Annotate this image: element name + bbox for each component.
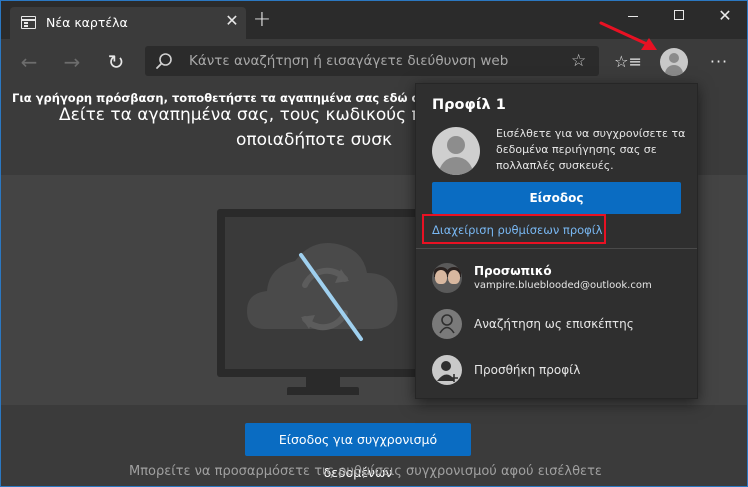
add-favorite-icon[interactable]: ☆ bbox=[571, 51, 586, 71]
monitor-stand bbox=[306, 377, 340, 387]
add-profile-item[interactable]: Προσθήκη προφίλ bbox=[432, 355, 692, 389]
browse-as-guest-item[interactable]: Αναζήτηση ως επισκέπτης bbox=[432, 309, 692, 343]
guest-icon bbox=[432, 309, 462, 339]
profile-avatar-icon bbox=[669, 53, 679, 63]
profile-flyout-title: Προφίλ 1 bbox=[432, 97, 506, 113]
tab-title: Νέα καρτέλα bbox=[46, 15, 128, 30]
profile-sign-in-button[interactable]: Είσοδος bbox=[432, 182, 681, 214]
minimize-icon bbox=[628, 16, 638, 17]
browser-window: Νέα καρτέλα ✕ + ✕ ← → ↻ Κάντε αναζήτηση … bbox=[0, 0, 748, 487]
search-icon bbox=[156, 53, 172, 69]
annotation-arrow-icon bbox=[599, 21, 657, 50]
maximize-icon bbox=[674, 10, 684, 20]
personal-profile-photo bbox=[432, 263, 462, 293]
hero-heading-line-1: Δείτε τα αγαπημένα σας, τους κωδικούς π bbox=[59, 105, 422, 125]
photo-face-left bbox=[435, 270, 447, 284]
address-bar[interactable]: Κάντε αναζήτηση ή εισαγάγετε διεύθυνση w… bbox=[145, 46, 599, 76]
tab-page-icon bbox=[21, 16, 36, 29]
tab-close-icon[interactable]: ✕ bbox=[223, 12, 241, 30]
address-input[interactable]: Κάντε αναζήτηση ή εισαγάγετε διεύθυνση w… bbox=[189, 53, 508, 69]
photo-face-right bbox=[448, 270, 460, 284]
profile-avatar-large bbox=[432, 127, 480, 175]
profile-avatar-large-head bbox=[447, 136, 465, 154]
profile-avatar-large-body bbox=[439, 157, 473, 175]
hero-heading-line-2: οποιαδήποτε συσκ bbox=[236, 130, 393, 150]
add-profile-icon bbox=[432, 355, 462, 385]
profile-sync-description: Εισέλθετε για να συγχρονίσετε τα δεδομέν… bbox=[496, 127, 686, 172]
profile-item-personal[interactable]: Προσωπικό vampire.blueblooded@outlook.co… bbox=[432, 263, 692, 297]
profile-avatar-body bbox=[665, 65, 683, 76]
forward-button[interactable]: → bbox=[58, 48, 86, 76]
profile-flyout: Προφίλ 1 Εισέλθετε για να συγχρονίσετε τ… bbox=[415, 83, 698, 399]
sync-off-icon bbox=[247, 243, 398, 341]
add-profile-label: Προσθήκη προφίλ bbox=[474, 363, 581, 377]
refresh-button[interactable]: ↻ bbox=[102, 48, 130, 76]
settings-more-button[interactable]: ··· bbox=[705, 48, 733, 76]
flyout-divider bbox=[416, 248, 697, 249]
tab-new-tab[interactable]: Νέα καρτέλα ✕ bbox=[10, 7, 246, 39]
close-window-button[interactable]: ✕ bbox=[702, 1, 747, 31]
sign-in-to-sync-button[interactable]: Είσοδος για συγχρονισμό δεδομένων bbox=[245, 423, 471, 480]
manage-profile-settings-link[interactable]: Διαχείριση ρυθμίσεων προφίλ bbox=[432, 223, 602, 237]
browse-as-guest-label: Αναζήτηση ως επισκέπτης bbox=[474, 317, 634, 331]
personal-profile-name: Προσωπικό bbox=[474, 264, 552, 278]
back-button[interactable]: ← bbox=[15, 48, 43, 76]
new-tab-button[interactable]: + bbox=[250, 9, 274, 33]
monitor-base bbox=[287, 387, 359, 395]
favorites-bar-hint: Για γρήγορη πρόσβαση, τοποθετήστε τα αγα… bbox=[12, 91, 481, 105]
personal-profile-email: vampire.blueblooded@outlook.com bbox=[474, 280, 652, 291]
sync-settings-note: Μπορείτε να προσαρμόσετε τις ρυθμίσεις σ… bbox=[129, 464, 602, 479]
